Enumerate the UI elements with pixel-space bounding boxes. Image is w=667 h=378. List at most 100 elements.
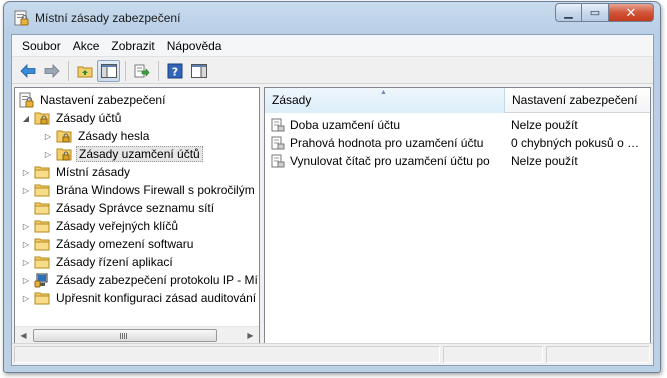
forward-arrow-icon (44, 63, 60, 78)
maximize-button[interactable]: ▭ (582, 3, 609, 22)
toolbar-separator (125, 60, 126, 81)
expand-arrow-icon[interactable]: ▷ (21, 239, 31, 249)
maximize-icon: ▭ (589, 7, 601, 19)
menu-soubor[interactable]: Soubor (16, 36, 67, 56)
folder-up-icon (77, 66, 92, 77)
help-button[interactable]: ? (163, 60, 186, 82)
back-button[interactable] (16, 60, 39, 82)
export-list-icon (134, 64, 149, 77)
tree-item-zasady-hesla[interactable]: ▷ Zásady hesla (43, 127, 151, 145)
ipsec-icon (34, 273, 48, 288)
tree-item-label: Zásady omezení softwaru (56, 237, 194, 251)
toolbar-separator (68, 60, 69, 81)
list-item[interactable]: Doba uzamčení účtu Nelze použít (265, 116, 645, 134)
scroll-right-icon[interactable]: ▶ (242, 327, 259, 343)
tree-item-spravce-seznamu-siti[interactable]: Zásady Správce seznamu sítí (34, 199, 216, 217)
menu-akce[interactable]: Akce (67, 36, 106, 56)
folder-icon (34, 202, 50, 215)
tree-item-label: Zásady účtů (56, 111, 122, 125)
back-arrow-icon (19, 63, 35, 78)
tree-item-mistni-zasady[interactable]: ▷ Místní zásady (21, 163, 132, 181)
expand-arrow-icon[interactable]: ▷ (21, 167, 31, 177)
forward-button[interactable] (40, 60, 63, 82)
folder-lock-icon (56, 148, 72, 161)
policy-name: Doba uzamčení účtu (290, 118, 401, 132)
menu-napoveda[interactable]: Nápověda (161, 36, 228, 56)
tree-item-konfigurace-auditovani[interactable]: ▷ Upřesnit konfiguraci zásad auditování (21, 289, 258, 307)
policy-name: Prahová hodnota pro uzamčení účtu (290, 136, 484, 150)
expand-arrow-icon[interactable]: ▷ (21, 293, 31, 303)
toolbar: ? (12, 58, 653, 84)
folder-lock-icon (56, 130, 72, 143)
expand-arrow-icon[interactable]: ▷ (43, 149, 53, 159)
scroll-left-icon[interactable]: ◀ (15, 327, 32, 343)
column-header-nastaveni[interactable]: Nastavení zabezpečení (505, 88, 650, 113)
scroll-grip (120, 333, 128, 339)
details-list[interactable]: ▲ Zásady Nastavení zabezpečení Doba uzam… (264, 87, 651, 344)
tree-item-verejne-klice[interactable]: ▷ Zásady veřejných klíčů (21, 217, 180, 235)
policy-icon (271, 136, 285, 150)
policy-name: Vynulovat čítač pro uzamčení účtu po (290, 154, 490, 168)
minimize-button[interactable]: ▁ (555, 3, 582, 22)
menu-bar: Soubor Akce Zobrazit Nápověda (12, 35, 653, 57)
policy-icon (271, 118, 285, 132)
tree-item-brana-firewall[interactable]: ▷ Brána Windows Firewall s pokročilým (21, 181, 257, 199)
caption-buttons: ▁ ▭ ✕ (555, 3, 654, 22)
status-bar (12, 343, 653, 365)
scrollbar-thumb[interactable] (33, 329, 217, 342)
tree-item-nastaveni-zabezpeceni[interactable]: Nastavení zabezpečení (18, 91, 167, 109)
title-bar[interactable]: Místní zásady zabezpečení ▁ ▭ ✕ (4, 2, 660, 34)
tree-item-rizeni-aplikaci[interactable]: ▷ Zásady řízení aplikací (21, 253, 175, 271)
expand-arrow-icon[interactable]: ▷ (21, 275, 31, 285)
show-action-pane-button[interactable] (187, 60, 210, 82)
column-header-zasady[interactable]: ▲ Zásady (265, 88, 505, 113)
list-header: ▲ Zásady Nastavení zabezpečení (265, 88, 650, 113)
tree-item-label: Zásady zabezpečení protokolu IP - Mí (56, 273, 258, 287)
expand-arrow-icon[interactable]: ▷ (21, 257, 31, 267)
close-button[interactable]: ✕ (609, 3, 654, 22)
status-segment (14, 346, 440, 363)
expand-arrow-icon[interactable]: ▷ (43, 131, 53, 141)
tree-item-label: Zásady řízení aplikací (56, 255, 173, 269)
action-pane-icon (190, 63, 207, 78)
up-level-button[interactable] (73, 60, 96, 82)
window-client: Soubor Akce Zobrazit Nápověda ? Nastaven… (11, 34, 654, 366)
horizontal-scrollbar[interactable]: ◀ ▶ (15, 326, 259, 343)
export-list-button[interactable] (130, 60, 153, 82)
folder-icon (34, 220, 50, 233)
tree-item-label: Zásady hesla (78, 129, 150, 143)
expand-arrow-icon[interactable]: ▷ (21, 185, 31, 195)
expand-arrow-icon[interactable]: ▷ (21, 221, 31, 231)
policy-icon (271, 154, 285, 168)
tree-item-label: Zásady uzamčení účtů (76, 146, 203, 162)
tree-item-zasady-uzamceni-uctu[interactable]: ▷ Zásady uzamčení účtů (43, 145, 203, 163)
console-tree-icon (100, 63, 117, 78)
list-item[interactable]: Vynulovat čítač pro uzamčení účtu po Nel… (265, 152, 645, 170)
sort-ascending-icon: ▲ (380, 89, 387, 96)
tree-item-zasady-uctu[interactable]: ◢ Zásady účtů (21, 109, 123, 127)
policy-setting: Nelze použít (511, 118, 578, 132)
tree-item-ipsec[interactable]: ▷ Zásady zabezpečení protokolu IP - Mí (21, 271, 259, 289)
tree-item-label: Upřesnit konfiguraci zásad auditování (56, 291, 257, 305)
folder-icon (34, 292, 50, 305)
content-area: Nastavení zabezpečení ◢ Zásady účtů ▷ Zá… (14, 87, 651, 344)
help-icon: ? (167, 63, 182, 78)
collapse-arrow-icon[interactable]: ◢ (21, 113, 31, 123)
console-tree[interactable]: Nastavení zabezpečení ◢ Zásady účtů ▷ Zá… (14, 87, 260, 344)
show-hide-console-tree-button[interactable] (97, 59, 120, 82)
folder-icon (34, 166, 50, 179)
column-header-label: Nastavení zabezpečení (512, 93, 638, 107)
status-segment (546, 346, 650, 363)
folder-icon (34, 184, 50, 197)
status-segment (443, 346, 543, 363)
tree-item-omezeni-softwaru[interactable]: ▷ Zásady omezení softwaru (21, 235, 195, 253)
menu-zobrazit[interactable]: Zobrazit (105, 36, 160, 56)
folder-lock-icon (34, 112, 50, 125)
tree-item-label: Zásady veřejných klíčů (56, 219, 179, 233)
list-item[interactable]: Prahová hodnota pro uzamčení účtu 0 chyb… (265, 134, 645, 152)
folder-icon (34, 238, 50, 251)
security-policy-app-icon (14, 10, 29, 26)
tree-item-label: Zásady Správce seznamu sítí (56, 201, 215, 215)
minimize-icon: ▁ (564, 7, 573, 19)
close-icon: ✕ (625, 4, 637, 20)
